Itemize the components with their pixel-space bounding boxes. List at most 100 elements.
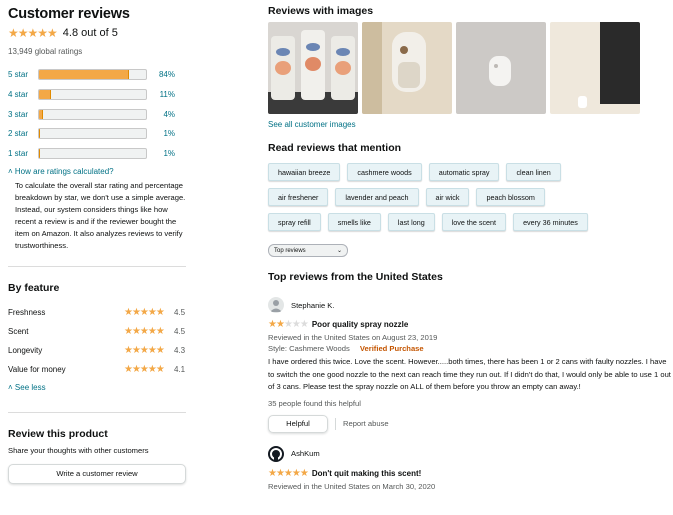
see-all-images-link[interactable]: See all customer images <box>268 120 668 129</box>
mention-chip[interactable]: clean linen <box>506 163 561 181</box>
chevron-up-icon: ˄ <box>8 167 13 177</box>
sort-reviews-dropdown[interactable]: Top reviews ⌄ <box>268 244 348 257</box>
histogram-percent[interactable]: 11% <box>147 90 175 99</box>
mention-chip[interactable]: air freshener <box>268 188 329 206</box>
global-ratings-count: 13,949 global ratings <box>8 47 83 56</box>
reviewer-name: AshKum <box>291 449 320 458</box>
feature-row: Longevity ★★★★★ 4.3 <box>8 341 190 360</box>
air-freshener-cans-image <box>268 22 358 114</box>
by-feature-title: By feature <box>8 282 60 295</box>
histogram-percent[interactable]: 4% <box>147 110 175 119</box>
mention-chip[interactable]: automatic spray <box>428 163 500 181</box>
see-less-link[interactable]: ˄ See less <box>8 383 190 392</box>
histogram-row-5-star[interactable]: 5 star 84% <box>8 65 190 85</box>
calc-link-label: How are ratings calculated? <box>14 167 114 177</box>
review-title[interactable]: Poor quality spray nozzle <box>312 320 408 329</box>
reviewer-name: Stephanie K. <box>291 300 335 310</box>
histogram-bar[interactable] <box>38 108 147 120</box>
ratings-calculation-link[interactable]: ˄ How are ratings calculated? <box>8 167 190 176</box>
mention-chip[interactable]: love the scent <box>441 213 507 231</box>
customer-reviews-title: Customer reviews <box>8 6 130 22</box>
write-review-button[interactable]: Write a customer review <box>8 463 186 484</box>
mention-chip[interactable]: lavender and peach <box>335 188 419 206</box>
histogram-percent[interactable]: 1% <box>147 149 175 158</box>
report-abuse-link[interactable]: Report abuse <box>343 419 389 428</box>
mention-chip[interactable]: spray refill <box>268 213 321 231</box>
review-product-title: Review this product <box>8 427 108 440</box>
share-thoughts-text: Share your thoughts with other customers <box>8 445 149 455</box>
histogram-label[interactable]: 5 star <box>8 70 38 79</box>
review-images-row <box>268 22 668 114</box>
review-card: Stephanie K. ★★★★★ Poor quality spray no… <box>268 297 671 433</box>
divider <box>8 411 186 413</box>
review-actions: Helpful Report abuse <box>268 414 668 433</box>
reviews-with-images-title: Reviews with images <box>268 5 374 17</box>
feature-star-icon: ★★★★★ <box>124 345 165 357</box>
mention-chip[interactable]: every 36 minutes <box>513 213 588 231</box>
reviewer-profile[interactable]: AshKum <box>268 445 668 462</box>
histogram-fill <box>39 149 41 159</box>
review-date: Reviewed in the United States on March 3… <box>268 481 436 491</box>
feature-value: 4.5 <box>174 307 186 317</box>
helpful-button[interactable]: Helpful <box>268 414 328 433</box>
review-title-line: ★★★★★ Poor quality spray nozzle <box>268 319 668 330</box>
filled-stars: ★★ <box>268 319 285 330</box>
feature-name: Scent <box>8 326 29 336</box>
reviews-main-column: Reviews with images See all customer ima… <box>268 0 671 491</box>
mention-chip[interactable]: air wick <box>425 188 470 206</box>
user-icon <box>270 447 282 461</box>
reviewer-profile[interactable]: Stephanie K. <box>268 297 668 313</box>
chevron-up-icon: ˄ <box>8 382 13 392</box>
mention-chip[interactable]: last long <box>387 213 435 231</box>
avatar <box>268 445 284 462</box>
histogram-row-1-star[interactable]: 1 star 1% <box>8 144 190 164</box>
histogram-fill <box>39 70 129 80</box>
histogram-row-4-star[interactable]: 4 star 11% <box>8 85 190 105</box>
mention-chips: hawaiian breeze cashmere woods automatic… <box>268 163 608 238</box>
user-icon <box>270 300 282 312</box>
review-star-rating-icon: ★★★★★ <box>268 319 309 330</box>
rating-histogram: 5 star 84% 4 star 11% 3 star 4% 2 star 1… <box>8 65 190 163</box>
feature-row: Value for money ★★★★★ 4.1 <box>8 360 190 379</box>
histogram-fill <box>39 109 44 119</box>
review-image-1[interactable] <box>268 22 358 114</box>
ratings-calculation-explanation: To calculate the overall star rating and… <box>15 181 186 251</box>
empty-stars: ★★★ <box>283 319 309 330</box>
overall-rating: ★★★★★ 4.8 out of 5 <box>8 25 190 41</box>
mention-chip[interactable]: cashmere woods <box>347 163 422 181</box>
feature-value: 4.5 <box>174 326 186 336</box>
review-star-rating-icon: ★★★★★ <box>268 467 309 479</box>
feature-row: Freshness ★★★★★ 4.5 <box>8 302 190 321</box>
feature-ratings-list: Freshness ★★★★★ 4.5 Scent ★★★★★ 4.5 Long… <box>8 302 190 379</box>
mention-chip[interactable]: smells like <box>327 213 381 231</box>
review-image-2[interactable] <box>362 22 452 114</box>
histogram-bar[interactable] <box>38 148 147 160</box>
histogram-bar[interactable] <box>38 89 147 101</box>
histogram-row-3-star[interactable]: 3 star 4% <box>8 104 190 124</box>
mention-chip[interactable]: hawaiian breeze <box>268 163 341 181</box>
histogram-label[interactable]: 2 star <box>8 129 38 138</box>
feature-star-icon: ★★★★★ <box>124 364 165 376</box>
histogram-label[interactable]: 3 star <box>8 110 38 119</box>
chevron-down-icon: ⌄ <box>336 248 342 254</box>
histogram-label[interactable]: 1 star <box>8 149 38 158</box>
review-date: Reviewed in the United States on August … <box>268 333 438 342</box>
histogram-bar[interactable] <box>38 128 147 140</box>
histogram-label[interactable]: 4 star <box>8 90 38 99</box>
histogram-percent[interactable]: 1% <box>147 129 175 138</box>
review-style: Style: Cashmere Woods <box>268 344 350 353</box>
review-image-4[interactable] <box>550 22 640 114</box>
feature-value: 4.1 <box>174 365 186 375</box>
tv-wall-image <box>550 22 640 114</box>
review-title[interactable]: Don't quit making this scent! <box>312 469 421 478</box>
divider <box>8 266 186 268</box>
avatar <box>268 297 284 313</box>
mention-chip[interactable]: peach blossom <box>476 188 545 206</box>
feature-star-icon: ★★★★★ <box>124 306 165 318</box>
top-reviews-title: Top reviews from the United States <box>268 271 443 283</box>
review-image-3[interactable] <box>456 22 546 114</box>
histogram-row-2-star[interactable]: 2 star 1% <box>8 124 190 144</box>
histogram-percent[interactable]: 84% <box>147 70 175 79</box>
histogram-fill <box>39 129 41 139</box>
histogram-bar[interactable] <box>38 69 147 81</box>
